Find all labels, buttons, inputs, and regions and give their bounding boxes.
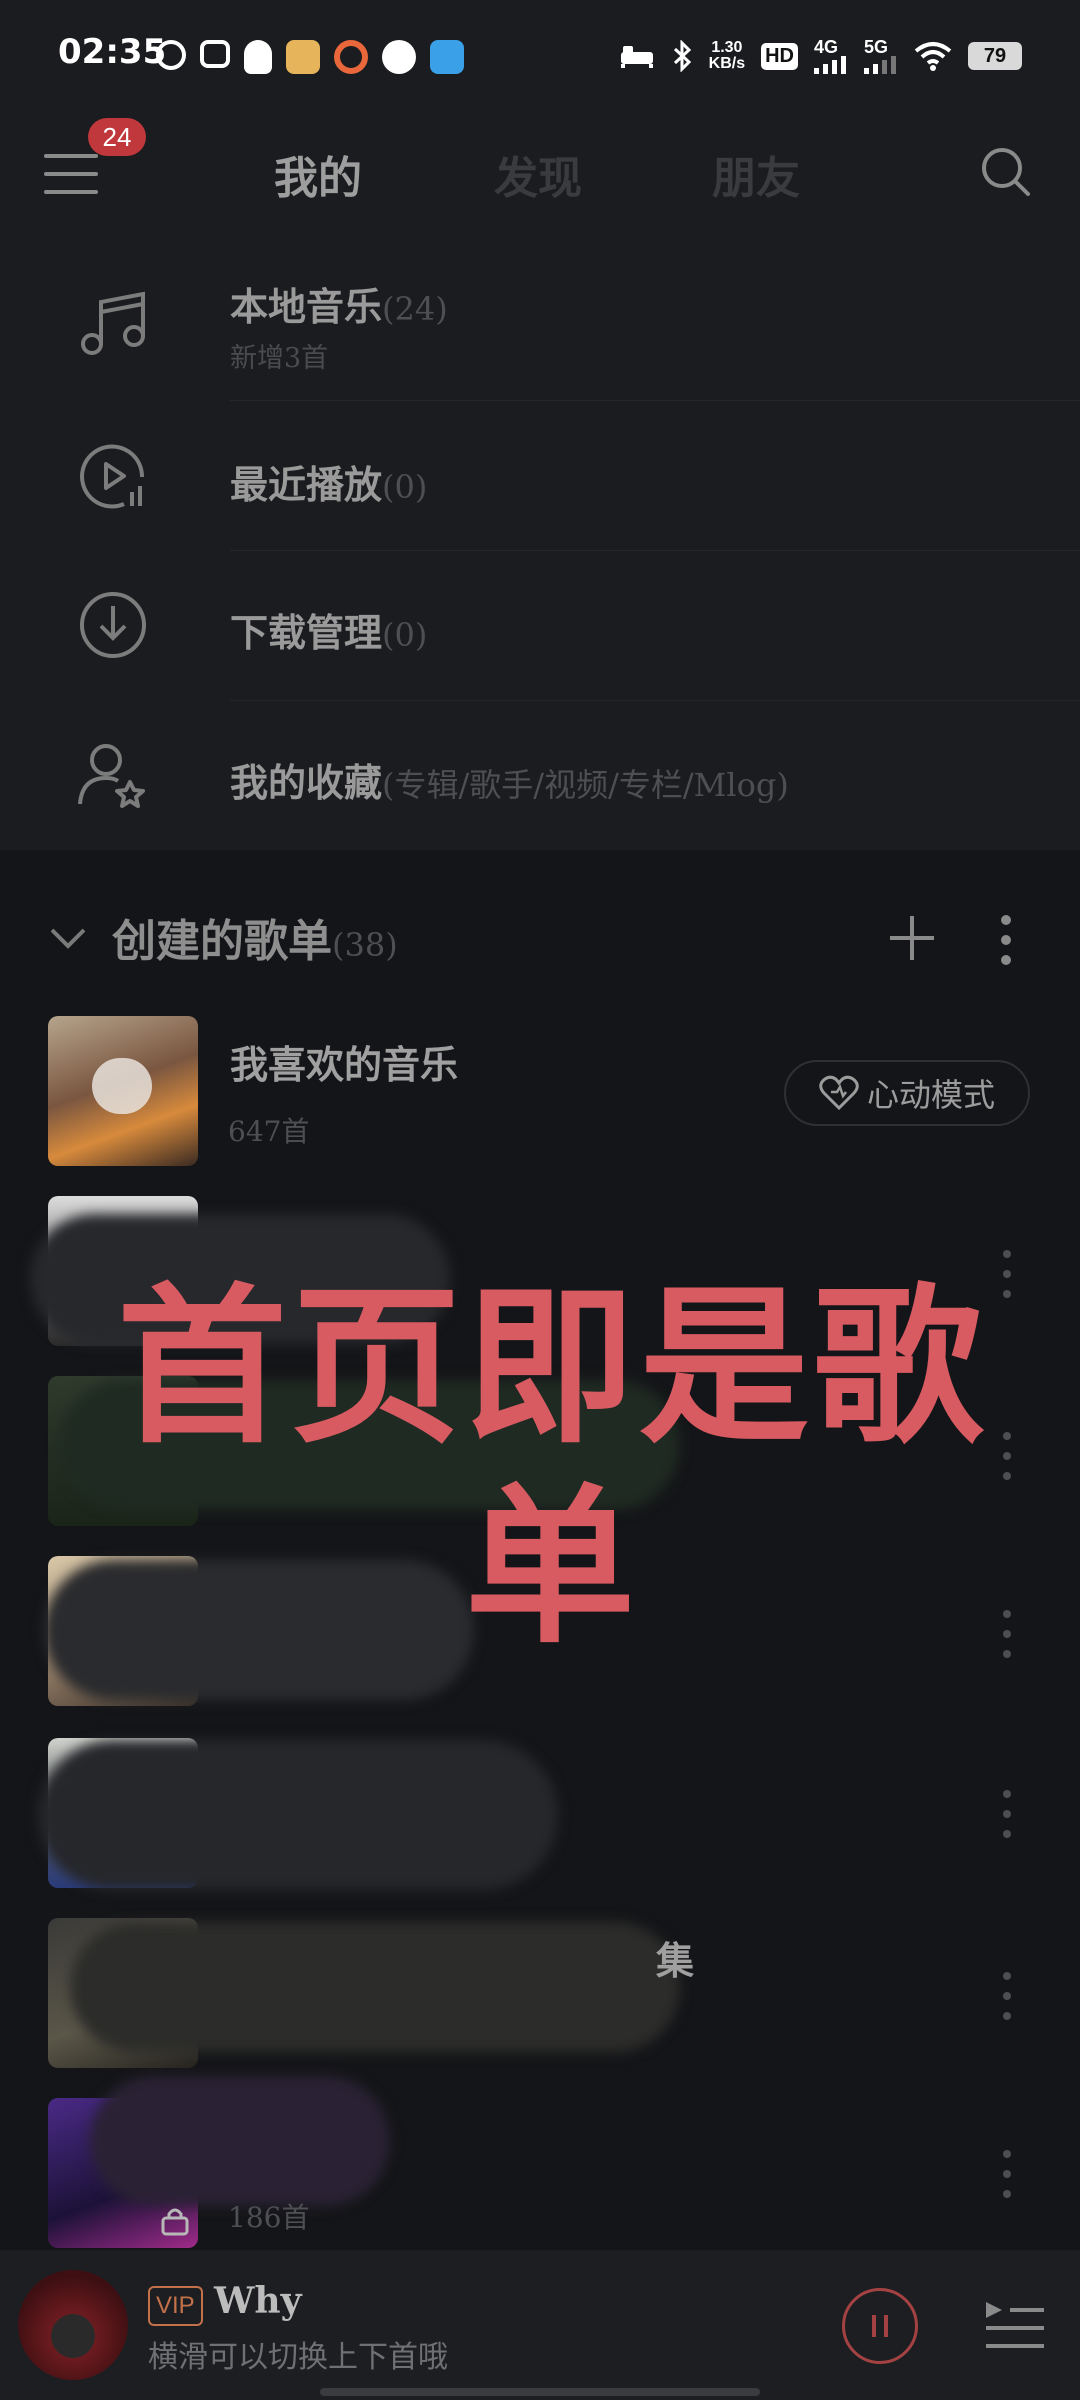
- quick-item-title: 本地音乐: [230, 284, 383, 329]
- menu-button[interactable]: [44, 150, 102, 200]
- bluetooth-icon: [673, 40, 691, 72]
- weibo-icon: [156, 40, 186, 70]
- user-star-icon: [78, 744, 145, 808]
- quick-item-count: (0): [382, 468, 428, 506]
- quick-item-count: (24): [382, 290, 448, 328]
- playlist-cover[interactable]: [48, 1016, 198, 1166]
- playlist-more-icon[interactable]: [1002, 1790, 1012, 1846]
- quick-item-title: 最近播放: [230, 462, 383, 507]
- vip-badge: VIP: [148, 2286, 203, 2326]
- quick-item-title: 我的收藏: [230, 760, 383, 805]
- hd-badge: HD: [761, 42, 798, 70]
- blurred-playlist-info: [38, 1740, 558, 1890]
- browser-app-icon: [430, 40, 464, 74]
- blurred-playlist-info: [70, 1922, 680, 2052]
- playlist-count: 647首: [228, 1115, 310, 1148]
- circle-app-icon: [334, 40, 368, 74]
- playlist-more-icon[interactable]: [1002, 2150, 1012, 2206]
- playlist-title[interactable]: 我喜欢的音乐: [230, 1034, 458, 1089]
- download-icon: [80, 592, 146, 658]
- notification-badge: 24: [88, 118, 146, 156]
- wifi-icon: [914, 42, 952, 71]
- search-icon[interactable]: [980, 146, 1032, 198]
- section-count: (38): [332, 926, 398, 964]
- home-indicator[interactable]: [320, 2388, 760, 2396]
- playlist-count-fragment: 186首: [228, 2201, 310, 2234]
- quick-item-recent[interactable]: 最近播放(0): [0, 400, 1080, 551]
- playlist-queue-icon[interactable]: [984, 2300, 1046, 2354]
- pause-icon: [872, 2315, 888, 2337]
- sleep-mode-icon: [620, 46, 653, 68]
- tab-mine[interactable]: 我的: [274, 142, 362, 206]
- heart-mode-button[interactable]: 心动模式: [784, 1060, 1030, 1126]
- now-playing-cover[interactable]: [18, 2270, 128, 2380]
- section-more-icon[interactable]: [996, 912, 1016, 968]
- quick-item-count: (0): [382, 616, 428, 654]
- section-title: 创建的歌单: [112, 916, 332, 967]
- swipe-hint: 横滑可以切换上下首哦: [148, 2340, 448, 2375]
- overlay-caption: 首页即是歌单: [116, 1269, 987, 1667]
- status-system-icons: 1.30 KB/s HD 4G 5G 79: [619, 38, 1022, 74]
- tab-discover[interactable]: 发现: [494, 142, 582, 206]
- bilibili-icon: [200, 40, 230, 68]
- lock-icon: [161, 2208, 189, 2236]
- network-speed: 1.30 KB/s: [708, 39, 746, 72]
- add-playlist-icon[interactable]: [886, 912, 938, 964]
- blurred-playlist-info: [90, 2076, 390, 2206]
- now-playing-title: Why: [214, 2280, 302, 2322]
- quick-item-count: (专辑/歌手/视频/专栏/Mlog): [382, 766, 789, 804]
- quick-item-subtitle: 新增3首: [230, 343, 329, 374]
- collapse-chevron-icon[interactable]: [48, 918, 88, 958]
- music-note-icon: [81, 291, 145, 355]
- quick-access-list: 本地音乐(24) 新增3首 最近播放(0) 下载管理(0) 我的收藏(专辑/歌手…: [0, 250, 1080, 850]
- created-playlists-header: 创建的歌单(38): [112, 905, 398, 969]
- sim1-signal: 4G: [814, 38, 848, 74]
- quick-item-downloads[interactable]: 下载管理(0): [0, 550, 1080, 701]
- status-time: 02:35: [58, 32, 167, 72]
- pause-button[interactable]: [842, 2288, 918, 2364]
- tab-friends[interactable]: 朋友: [712, 142, 800, 206]
- message-icon: [382, 40, 416, 74]
- heart-mode-label: 心动模式: [866, 1076, 995, 1114]
- status-notification-icons: [156, 40, 464, 74]
- quick-item-title: 下载管理: [230, 610, 383, 655]
- qq-icon: [244, 40, 272, 74]
- quick-item-favorites[interactable]: 我的收藏(专辑/歌手/视频/专栏/Mlog): [0, 700, 1080, 850]
- playlist-title-fragment: 集: [656, 1938, 695, 1983]
- heart-shape-icon: [92, 1058, 152, 1114]
- battery-indicator: 79: [968, 42, 1022, 70]
- sim2-signal: 5G: [864, 38, 898, 74]
- heart-icon: [819, 1075, 859, 1111]
- recent-play-icon: [80, 444, 145, 509]
- playlist-more-icon[interactable]: [1002, 1972, 1012, 2028]
- music-app-icon: [286, 40, 320, 74]
- quick-item-local-music[interactable]: 本地音乐(24) 新增3首: [0, 250, 1080, 401]
